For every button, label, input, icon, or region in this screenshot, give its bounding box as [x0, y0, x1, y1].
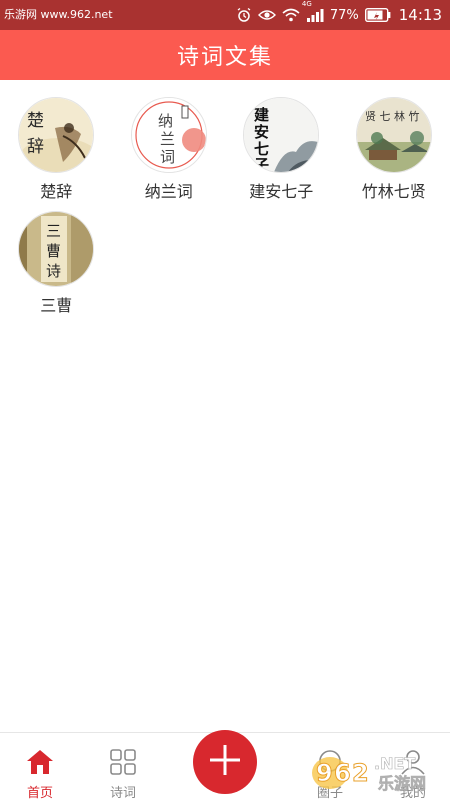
- add-button[interactable]: [193, 730, 257, 794]
- svg-text:安: 安: [254, 123, 269, 141]
- cover-image-nalanci: 纳 兰 词: [131, 97, 207, 173]
- status-bar: 乐游网 www.962.net 4G 77% 14:13: [0, 0, 450, 30]
- cover-image-jianan: 建 安 七 子: [243, 97, 319, 173]
- plus-icon: [208, 743, 242, 781]
- home-icon: [26, 749, 54, 779]
- svg-text:乐游网: 乐游网: [378, 774, 426, 793]
- status-icons: 4G 77% 14:13: [236, 0, 442, 30]
- page-title: 诗词文集: [177, 39, 273, 71]
- alarm-icon: [236, 7, 252, 23]
- network-tag: 4G: [302, 0, 312, 8]
- battery-percent: 77%: [330, 8, 359, 23]
- signal-icon: 4G: [306, 8, 324, 22]
- collection-label: 三曹: [40, 295, 72, 317]
- wifi-icon: [282, 8, 300, 22]
- collection-item-nalanci[interactable]: 纳 兰 词 纳兰词: [113, 97, 226, 203]
- collection-label: 竹林七贤: [362, 181, 426, 203]
- app-header: 诗词文集: [0, 30, 450, 80]
- collection-label: 建安七子: [249, 181, 313, 203]
- tab-home[interactable]: 首页: [10, 749, 70, 801]
- svg-text:兰: 兰: [160, 130, 175, 148]
- tab-poems[interactable]: 诗词: [93, 749, 153, 801]
- svg-text:楚: 楚: [27, 111, 44, 131]
- collection-item-sancao[interactable]: 三 曹 诗 三曹: [0, 211, 113, 317]
- svg-text:曹: 曹: [46, 242, 61, 260]
- svg-text:三: 三: [46, 222, 61, 240]
- svg-text:纳: 纳: [158, 112, 173, 130]
- svg-text:2: 2: [352, 759, 369, 787]
- cover-image-zhulin: 贤 七 林 竹: [356, 97, 432, 173]
- tab-poems-label: 诗词: [110, 782, 136, 801]
- tab-home-label: 首页: [27, 782, 53, 801]
- clock: 14:13: [399, 6, 442, 24]
- watermark-logo: 9 6 2 .NET 乐游网: [308, 745, 448, 797]
- svg-text:子: 子: [254, 156, 269, 172]
- svg-text:诗: 诗: [46, 262, 61, 280]
- svg-text:6: 6: [334, 759, 351, 787]
- collection-label: 楚辞: [40, 181, 72, 203]
- svg-text:词: 词: [160, 148, 175, 166]
- svg-text:建: 建: [254, 106, 270, 124]
- collection-item-jianan[interactable]: 建 安 七 子 建安七子: [225, 97, 338, 203]
- watermark-text: 乐游网 www.962.net: [4, 6, 113, 22]
- grid-icon: [109, 749, 137, 779]
- cover-image-chuci: 楚 辞: [18, 97, 94, 173]
- battery-icon: [365, 8, 391, 22]
- collection-item-zhulin[interactable]: 贤 七 林 竹 竹林七贤: [338, 97, 450, 203]
- collection-item-chuci[interactable]: 楚 辞 楚辞: [0, 97, 113, 203]
- svg-text:辞: 辞: [27, 137, 44, 157]
- svg-text:9: 9: [316, 759, 333, 787]
- cover-image-sancao: 三 曹 诗: [18, 211, 94, 287]
- svg-text:贤 七 林 竹: 贤 七 林 竹: [365, 109, 420, 123]
- eye-icon: [258, 8, 276, 22]
- svg-text:.NET: .NET: [374, 754, 415, 773]
- collection-grid: 楚 辞 楚辞 纳 兰 词 纳兰词 建: [0, 97, 450, 317]
- collection-label: 纳兰词: [145, 181, 193, 203]
